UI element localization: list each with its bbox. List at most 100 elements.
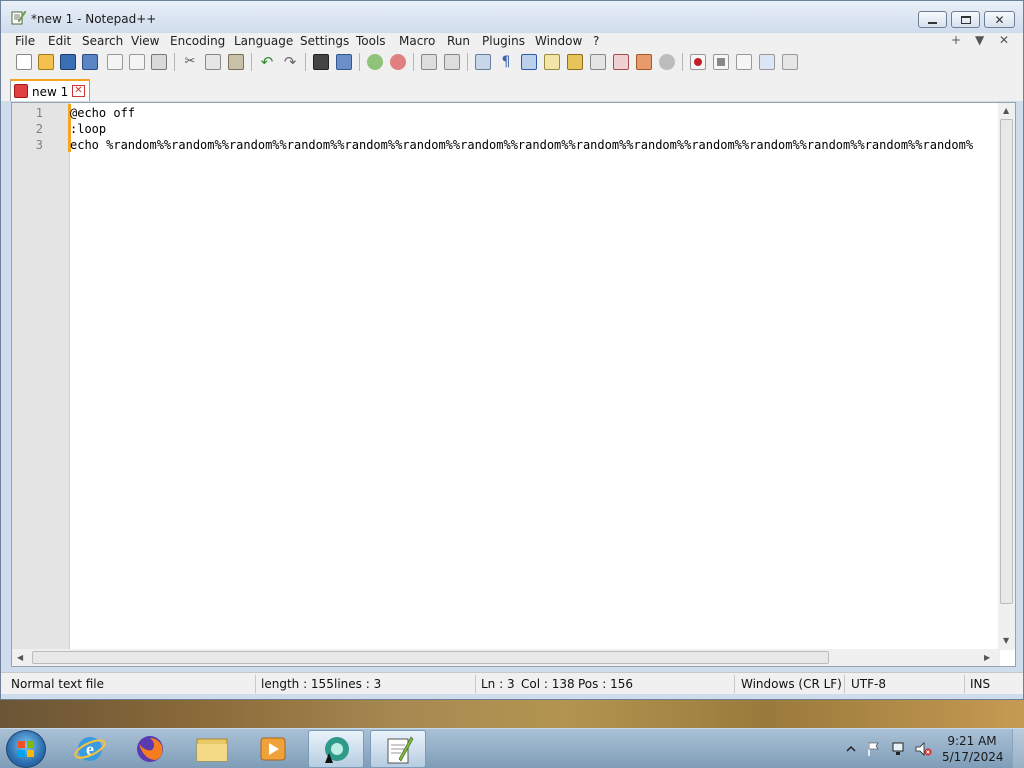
action-center-flag-icon[interactable] [866,741,882,757]
new-tab-plus-button[interactable]: + [951,33,961,47]
redo-icon[interactable]: ↷ [282,54,298,70]
insert-mode-label[interactable]: INS [970,677,990,691]
encoding-label[interactable]: UTF-8 [851,677,886,691]
show-hidden-icons-icon[interactable] [845,743,857,755]
tab-close-icon[interactable]: ✕ [72,85,85,97]
minimize-button[interactable] [918,11,947,28]
code-line[interactable]: echo %random%%random%%random%%random%%ra… [70,138,998,152]
scroll-right-icon[interactable]: ▶ [984,653,990,662]
sync-horizontal-icon[interactable] [444,54,460,70]
menu-help[interactable]: ? [593,34,599,48]
menu-settings[interactable]: Settings [300,34,349,48]
status-divider [734,675,735,693]
cut-icon[interactable]: ✂ [182,54,198,70]
indent-guide-icon[interactable] [521,54,537,70]
status-divider [844,675,845,693]
title-bar[interactable]: *new 1 - Notepad++ ✕ [1,1,1023,33]
maximize-button[interactable] [951,11,980,28]
unsaved-file-icon [14,84,28,98]
monitoring-icon[interactable] [659,54,675,70]
copy-icon[interactable] [205,54,221,70]
menu-file[interactable]: File [15,34,35,48]
new-file-icon[interactable] [16,54,32,70]
notepad-window: *new 1 - Notepad++ ✕ File Edit Search Vi… [0,0,1024,700]
close-document-button[interactable]: ✕ [999,33,1009,47]
open-file-icon[interactable] [38,54,54,70]
close-all-icon[interactable] [129,54,145,70]
notepad-plus-plus-icon [387,736,414,764]
playback-macro-icon[interactable] [736,54,752,70]
lines-label: lines : 3 [334,677,382,691]
zoom-in-icon[interactable] [367,54,383,70]
code-line[interactable]: :loop [70,122,998,136]
status-divider [255,675,256,693]
toolbar-separator [174,53,175,71]
status-bar: Normal text file length : 155 lines : 3 … [1,672,1023,694]
taskbar-media-player[interactable] [245,730,301,768]
menu-view[interactable]: View [131,34,159,48]
code-line[interactable]: @echo off [70,106,998,120]
editor[interactable]: 1 2 3 @echo off :loop echo %random%%rand… [11,102,1016,667]
toolbar-separator [467,53,468,71]
scroll-left-icon[interactable]: ◀ [17,653,23,662]
record-macro-icon[interactable] [690,54,706,70]
menu-encoding[interactable]: Encoding [170,34,225,48]
line-position-label: Ln : 3 [481,677,515,691]
replace-icon[interactable] [336,54,352,70]
zoom-out-icon[interactable] [390,54,406,70]
scroll-up-icon[interactable]: ▲ [1003,106,1009,115]
horizontal-scroll-thumb[interactable] [32,651,829,664]
close-icon[interactable] [107,54,123,70]
user-defined-language-icon[interactable] [544,54,560,70]
sync-vertical-icon[interactable] [421,54,437,70]
tab-strip: new 1 ✕ [1,75,1023,101]
show-desktop-button[interactable] [1012,729,1024,768]
vertical-scrollbar[interactable]: ▲ ▼ [998,103,1015,650]
stop-recording-icon[interactable] [713,54,729,70]
run-macro-multiple-icon[interactable] [759,54,775,70]
close-button[interactable]: ✕ [984,11,1015,28]
system-clock[interactable]: 9:21 AM 5/17/2024 [942,733,1004,765]
menu-search[interactable]: Search [82,34,123,48]
tab-new-1[interactable]: new 1 ✕ [10,79,90,101]
line-number: 2 [35,122,43,136]
taskbar-firefox[interactable] [122,730,178,768]
print-icon[interactable] [151,54,167,70]
save-macro-icon[interactable] [782,54,798,70]
menu-macro[interactable]: Macro [399,34,435,48]
menu-language[interactable]: Language [234,34,293,48]
scroll-down-icon[interactable]: ▼ [1003,636,1009,645]
vertical-scroll-thumb[interactable] [1000,119,1013,604]
media-player-icon [260,737,286,761]
save-all-icon[interactable] [82,54,98,70]
taskbar-notepad-plus-plus[interactable] [370,730,426,768]
menu-tools[interactable]: Tools [356,34,386,48]
menu-run[interactable]: Run [447,34,470,48]
taskbar-internet-explorer[interactable]: e [62,730,118,768]
menu-window[interactable]: Window [535,34,582,48]
status-divider [475,675,476,693]
menu-edit[interactable]: Edit [48,34,71,48]
volume-muted-icon[interactable] [914,741,932,757]
function-list-icon[interactable] [613,54,629,70]
taskbar-file-explorer[interactable] [184,730,240,768]
word-wrap-icon[interactable] [475,54,491,70]
network-icon[interactable] [890,741,908,757]
folder-as-workspace-icon[interactable] [636,54,652,70]
folder-icon [196,738,228,762]
undo-icon[interactable]: ↶ [259,54,275,70]
show-all-characters-icon[interactable]: ¶ [498,54,514,70]
status-divider [964,675,965,693]
save-icon[interactable] [60,54,76,70]
horizontal-scrollbar[interactable]: ◀ ▶ [12,649,1000,666]
document-map-icon[interactable] [567,54,583,70]
start-button[interactable] [6,730,46,768]
find-icon[interactable] [313,54,329,70]
document-list-icon[interactable] [590,54,606,70]
menu-plugins[interactable]: Plugins [482,34,525,48]
eol-format-label[interactable]: Windows (CR LF) [741,677,842,691]
tab-list-dropdown-button[interactable]: ▼ [975,33,984,47]
taskbar-active-app[interactable] [308,730,364,768]
paste-icon[interactable] [228,54,244,70]
minimize-icon [928,21,937,24]
